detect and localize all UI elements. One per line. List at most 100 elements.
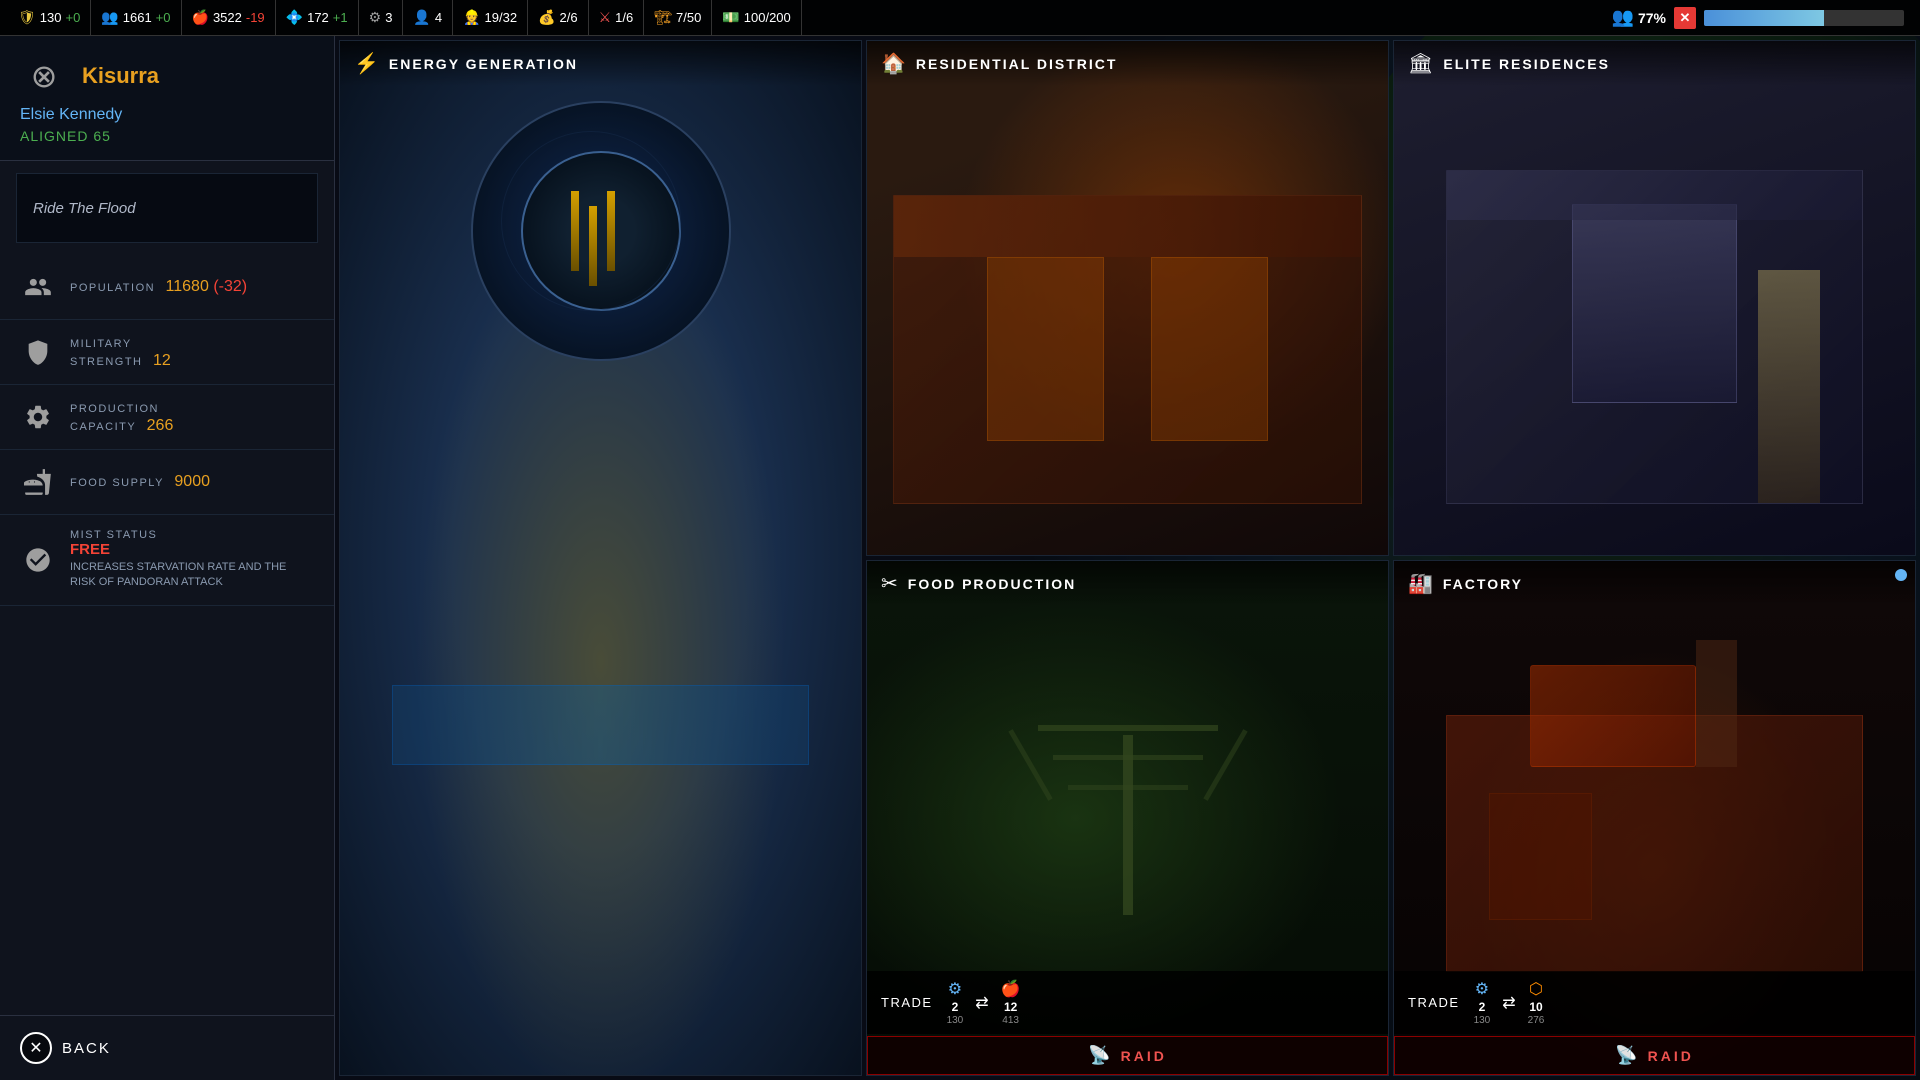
energy-card[interactable]: ⚡ ENERGY GENERATION (339, 40, 862, 1076)
military-value: 12 (153, 352, 171, 369)
food-supply-value: 9000 (174, 473, 210, 490)
factory-trade-bar[interactable]: TRADE ⚙ 2 130 ⇄ ⬡ 10 276 (1394, 971, 1915, 1034)
building-stat: 🏗 7/50 (644, 0, 712, 35)
diplomacy-icon: 👥 (1612, 7, 1634, 28)
energy-icon: ⚡ (354, 51, 379, 76)
shield-value: 130 (40, 10, 62, 25)
pop-delta: +0 (156, 10, 171, 25)
gear-icon: ⚙ (369, 9, 382, 26)
mist-status-value: FREE (70, 541, 314, 558)
food-title: FOOD PRODUCTION (908, 576, 1076, 592)
back-button[interactable]: ✕ BACK (0, 1015, 334, 1080)
building-value: 7/50 (676, 10, 701, 25)
population-info: POPULATION 11680 (-32) (70, 278, 314, 296)
prod-stat: 💠 172 +1 (276, 0, 359, 35)
elite-title: ELITE RESIDENCES (1443, 56, 1610, 72)
money-value: 100/200 (744, 10, 791, 25)
food-gear-icon: ⚙ (948, 979, 962, 999)
food-food-icon: 🍎 (1001, 979, 1021, 999)
progress-fill (1704, 10, 1824, 26)
topbar-right: 👥 77% ✕ (1604, 7, 1912, 29)
agent-icon: 👤 (413, 9, 430, 26)
gear-value: 3 (385, 10, 392, 25)
factory-hex-sub: 276 (1528, 1015, 1545, 1026)
food-trade-arrow: ⇄ (975, 993, 988, 1013)
buildings-grid: ⚡ ENERGY GENERATION 🏠 RESIDENTIAL DISTR (335, 36, 1920, 1080)
energy-title: ENERGY GENERATION (389, 56, 578, 72)
back-circle-icon: ✕ (20, 1032, 52, 1064)
factory-gear-icon: ⚙ (1475, 979, 1489, 999)
diplomacy-percent: 77% (1638, 10, 1666, 26)
factory-gear-sub: 130 (1474, 1015, 1491, 1026)
factory-raid-label: RAID (1648, 1048, 1694, 1064)
aligned-value: 65 (93, 128, 111, 144)
residential-card[interactable]: 🏠 RESIDENTIAL DISTRICT (866, 40, 1389, 556)
food-raid-bar[interactable]: 📡 RAID (867, 1036, 1388, 1075)
top-bar: 🛡 130 +0 👥 1661 +0 🍎 3522 -19 💠 172 +1 ⚙… (0, 0, 1920, 36)
elite-art (1446, 170, 1863, 504)
shield-icon: 🛡 (18, 9, 36, 26)
factory-trade-gear: ⚙ 2 130 (1474, 979, 1491, 1026)
food-food-sub: 413 (1002, 1015, 1019, 1026)
prod-delta: +1 (333, 10, 348, 25)
food-trade-bar[interactable]: TRADE ⚙ 2 130 ⇄ 🍎 12 413 (867, 971, 1388, 1034)
food-supply-row: FOOD SUPPLY 9000 (0, 450, 334, 515)
food-gear-count: 2 (952, 1000, 959, 1014)
mist-status-row: MIST STATUS FREE INCREASES STARVATION RA… (0, 515, 334, 606)
population-delta: (-32) (213, 278, 247, 295)
food-delta: -19 (246, 10, 265, 25)
food-raid-label: RAID (1121, 1048, 1167, 1064)
factory-hex-icon: ⬡ (1529, 979, 1543, 999)
shield-stat: 🛡 130 +0 (8, 0, 91, 35)
factory-hex-count: 10 (1529, 1000, 1542, 1014)
energy-base-art (392, 685, 809, 765)
military-info: MILITARYSTRENGTH 12 (70, 334, 314, 370)
food-supply-label: FOOD SUPPLY (70, 477, 164, 489)
factory-trade-arrow: ⇄ (1502, 993, 1515, 1013)
factory-raid-bar[interactable]: 📡 RAID (1394, 1036, 1915, 1075)
workers-value: 19/32 (485, 10, 518, 25)
trade-icon: 💰 (538, 9, 555, 26)
agent-stat: 👤 4 (403, 0, 453, 35)
production-icon (20, 399, 56, 435)
faction-header: ⊗ Kisurra Elsie Kennedy ALIGNED 65 (0, 36, 334, 161)
agent-value: 4 (435, 10, 442, 25)
food-trade-gear: ⚙ 2 130 (947, 979, 964, 1026)
military-row: MILITARYSTRENGTH 12 (0, 320, 334, 385)
main-layout: ⊗ Kisurra Elsie Kennedy ALIGNED 65 Ride … (0, 36, 1920, 1080)
factory-notify-dot (1895, 569, 1907, 581)
mist-status-desc: INCREASES STARVATION RATE AND THE RISK O… (70, 560, 314, 591)
combat-icon: ⚔ (599, 9, 612, 26)
money-stat: 💵 100/200 (712, 0, 801, 35)
energy-art (461, 91, 741, 371)
factory-title: FACTORY (1443, 576, 1523, 592)
food-prod-icon: ✂ (881, 571, 898, 596)
food-card[interactable]: ✂ FOOD PRODUCTION TRADE ⚙ 2 130 (866, 560, 1389, 1076)
stats-list: POPULATION 11680 (-32) MILITARYSTRENGTH … (0, 255, 334, 1015)
food-card-bottom: TRADE ⚙ 2 130 ⇄ 🍎 12 413 📡 RAID (867, 971, 1388, 1075)
factory-card[interactable]: 🏭 FACTORY TRADE ⚙ 2 130 ⇄ (1393, 560, 1916, 1076)
money-icon: 💵 (722, 9, 739, 26)
diplomacy-stat: 👥 77% (1612, 7, 1666, 28)
mist-status-info: MIST STATUS FREE INCREASES STARVATION RA… (70, 529, 314, 591)
population-value: 11680 (166, 278, 209, 295)
food-art (1028, 715, 1228, 915)
prod-value: 172 (307, 10, 329, 25)
faction-symbol-icon: ⊗ (31, 57, 58, 95)
close-button[interactable]: ✕ (1674, 7, 1696, 29)
food-trade-label: TRADE (881, 995, 933, 1010)
faction-logo: ⊗ (20, 52, 68, 100)
residential-title: RESIDENTIAL DISTRICT (916, 56, 1118, 72)
aligned-label: ALIGNED (20, 128, 88, 144)
pop-value: 1661 (123, 10, 152, 25)
pop-stat: 👥 1661 +0 (91, 0, 181, 35)
faction-aligned: ALIGNED 65 (20, 128, 314, 144)
production-info: PRODUCTIONCAPACITY 266 (70, 399, 314, 435)
faction-name: Kisurra (82, 63, 159, 89)
mist-icon (20, 542, 56, 578)
faction-leader: Elsie Kennedy (20, 106, 314, 124)
faction-name-group: Kisurra (82, 63, 159, 89)
elite-card[interactable]: 🏛 ELITE RESIDENCES (1393, 40, 1916, 556)
pop-icon: 👥 (101, 9, 118, 26)
factory-trade-label: TRADE (1408, 995, 1460, 1010)
